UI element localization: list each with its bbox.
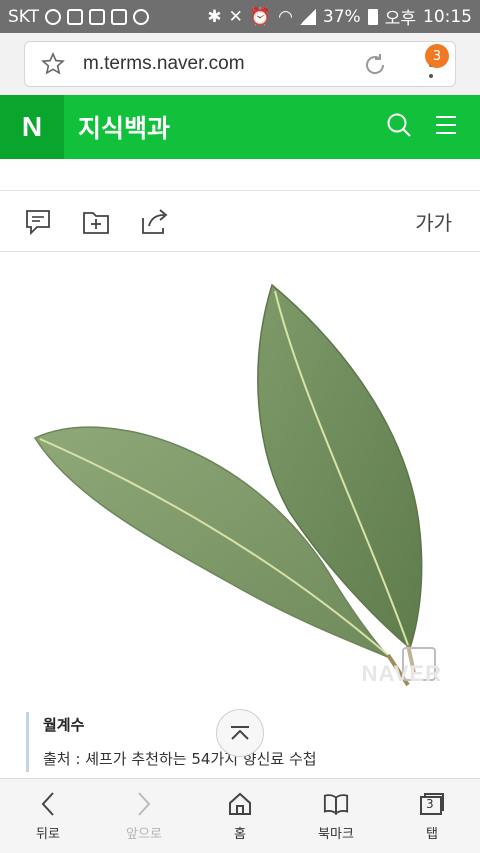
tabs-icon: 3 bbox=[419, 791, 445, 817]
back-label: 뒤로 bbox=[36, 826, 60, 842]
app-notification-icon bbox=[111, 8, 128, 25]
tabs-count: 3 bbox=[426, 796, 434, 811]
cat-notification-icon bbox=[133, 8, 150, 25]
naver-logo[interactable]: N bbox=[0, 95, 64, 159]
battery-percent: 37% bbox=[322, 6, 361, 27]
forward-button[interactable]: 앞으로 bbox=[96, 779, 192, 853]
clock: 10:15 bbox=[423, 6, 472, 27]
chevron-left-icon bbox=[35, 791, 61, 817]
tabs-label: 탭 bbox=[426, 826, 438, 842]
sub-header-strip bbox=[0, 159, 480, 191]
watermark-logo: NAVER bbox=[361, 661, 442, 686]
message-notification-icon bbox=[67, 8, 84, 25]
signal-icon bbox=[299, 8, 316, 25]
home-button[interactable]: 홈 bbox=[192, 779, 288, 853]
font-size-button[interactable]: 가가 bbox=[415, 207, 452, 236]
ampm-label: 오후 bbox=[384, 9, 416, 29]
chevron-up-icon bbox=[231, 726, 249, 740]
browser-bottom-nav: 뒤로 앞으로 홈 북마크 3 탭 bbox=[0, 778, 480, 853]
star-bookmark-icon[interactable] bbox=[39, 50, 67, 78]
book-icon bbox=[323, 791, 349, 817]
notification-badge: 3 bbox=[425, 44, 449, 68]
wifi-icon: ◠ bbox=[278, 6, 293, 27]
alarm-icon: ⏰ bbox=[249, 6, 272, 27]
chevron-right-icon bbox=[131, 791, 157, 817]
bluetooth-icon: ✱ bbox=[207, 6, 222, 27]
hamburger-menu-icon[interactable] bbox=[434, 113, 458, 141]
reload-icon[interactable] bbox=[361, 51, 389, 79]
tabs-button[interactable]: 3 탭 bbox=[384, 779, 480, 853]
bookmarks-button[interactable]: 북마크 bbox=[288, 779, 384, 853]
bookmarks-label: 북마크 bbox=[318, 826, 354, 842]
browser-toolbar: m.terms.naver.com 3 bbox=[0, 33, 480, 95]
address-bar[interactable]: m.terms.naver.com 3 bbox=[24, 41, 456, 87]
share-icon[interactable] bbox=[140, 208, 168, 236]
page-title[interactable]: 지식백과 bbox=[78, 109, 170, 145]
chat-notification-icon bbox=[45, 8, 62, 25]
comment-icon[interactable] bbox=[24, 208, 52, 236]
add-folder-icon[interactable] bbox=[82, 208, 110, 236]
search-icon[interactable] bbox=[386, 112, 412, 142]
battery-icon bbox=[367, 8, 378, 25]
forward-label: 앞으로 bbox=[126, 826, 162, 842]
back-button[interactable]: 뒤로 bbox=[0, 779, 96, 853]
carrier-label: SKT bbox=[8, 6, 40, 27]
article-image[interactable]: NAVER bbox=[0, 253, 480, 693]
scroll-to-top-button[interactable] bbox=[216, 709, 264, 757]
bay-leaves-illustration bbox=[33, 283, 423, 687]
home-label: 홈 bbox=[234, 826, 246, 842]
status-bar: SKT ✱ ✕ ⏰ ◠ 37% 오후 10:15 bbox=[0, 0, 480, 33]
url-text[interactable]: m.terms.naver.com bbox=[83, 53, 245, 75]
home-icon bbox=[227, 791, 253, 817]
mute-icon: ✕ bbox=[228, 6, 243, 27]
image-notification-icon bbox=[89, 8, 106, 25]
site-header: N 지식백과 bbox=[0, 95, 480, 159]
content-toolbar: 가가 bbox=[0, 192, 480, 252]
